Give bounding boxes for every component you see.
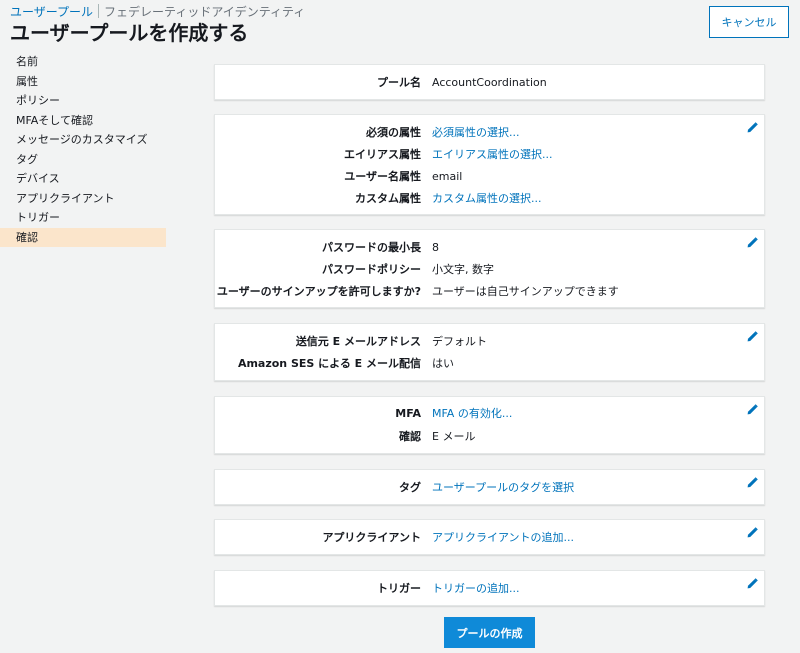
password-policy-row: パスワードポリシー 小文字, 数字 <box>215 260 764 280</box>
ses-delivery-value: はい <box>432 357 454 370</box>
policies-panel: パスワードの最小長 8 パスワードポリシー 小文字, 数字 ユーザーのサインアッ… <box>214 229 765 308</box>
triggers-label: トリガー <box>377 582 421 595</box>
required-attributes-link[interactable]: 必須属性の選択... <box>432 123 520 143</box>
password-minlength-row: パスワードの最小長 8 <box>215 238 764 258</box>
app-clients-panel: アプリクライアント アプリクライアントの追加... <box>214 519 765 555</box>
pool-name-panel: プール名 AccountCoordination <box>214 64 765 100</box>
app-clients-row: アプリクライアント アプリクライアントの追加... <box>215 528 764 548</box>
required-attributes-label: 必須の属性 <box>366 126 421 139</box>
pool-name-value: AccountCoordination <box>432 76 547 89</box>
alias-attributes-row: エイリアス属性 エイリアス属性の選択... <box>215 145 764 165</box>
username-attributes-label: ユーザー名属性 <box>344 170 421 183</box>
from-email-row: 送信元 E メールアドレス デフォルト <box>215 332 764 352</box>
mfa-panel: MFA MFA の有効化... 確認 E メール <box>214 396 765 454</box>
from-email-label: 送信元 E メールアドレス <box>295 335 421 348</box>
app-clients-add-link[interactable]: アプリクライアントの追加... <box>432 528 574 548</box>
sidebar-item-app-clients[interactable]: アプリクライアント <box>0 189 166 209</box>
password-policy-value: 小文字, 数字 <box>432 263 494 276</box>
required-attributes-row: 必須の属性 必須属性の選択... <box>215 123 764 143</box>
custom-attributes-row: カスタム属性 カスタム属性の選択... <box>215 189 764 209</box>
pool-name-row: プール名 AccountCoordination <box>215 73 764 93</box>
ses-delivery-label: Amazon SES による E メール配信 <box>237 357 421 370</box>
wizard-step-nav: 名前 属性 ポリシー MFAそして確認 メッセージのカスタマイズ タグ デバイス… <box>0 52 166 247</box>
sidebar-item-policies[interactable]: ポリシー <box>0 91 166 111</box>
mfa-enable-link[interactable]: MFA の有効化... <box>432 404 512 424</box>
alias-attributes-label: エイリアス属性 <box>344 148 421 161</box>
verification-label: 確認 <box>399 430 421 443</box>
triggers-add-link[interactable]: トリガーの追加... <box>432 579 520 599</box>
sidebar-item-triggers[interactable]: トリガー <box>0 208 166 228</box>
alias-attributes-link[interactable]: エイリアス属性の選択... <box>432 145 553 165</box>
page-title: ユーザープールを作成する <box>10 21 249 45</box>
tags-panel: タグ ユーザープールのタグを選択 <box>214 469 765 505</box>
sidebar-item-attributes[interactable]: 属性 <box>0 72 166 92</box>
allow-signup-row: ユーザーのサインアップを許可しますか? ユーザーは自己サインアップできます <box>215 282 764 302</box>
tags-row: タグ ユーザープールのタグを選択 <box>215 478 764 498</box>
triggers-row: トリガー トリガーの追加... <box>215 579 764 599</box>
username-attributes-value: email <box>432 170 463 183</box>
mfa-label: MFA <box>395 407 421 420</box>
allow-signup-label: ユーザーのサインアップを許可しますか? <box>216 285 421 298</box>
password-minlength-label: パスワードの最小長 <box>322 241 421 254</box>
from-email-value: デフォルト <box>432 335 487 348</box>
email-panel: 送信元 E メールアドレス デフォルト Amazon SES による E メール… <box>214 323 765 381</box>
pool-name-label: プール名 <box>377 76 421 89</box>
custom-attributes-label: カスタム属性 <box>355 192 421 205</box>
create-pool-button[interactable]: プールの作成 <box>444 617 535 648</box>
sidebar-item-mfa-verification[interactable]: MFAそして確認 <box>0 111 166 131</box>
app-clients-label: アプリクライアント <box>322 531 421 544</box>
sidebar-item-name[interactable]: 名前 <box>0 52 166 72</box>
tags-label: タグ <box>399 481 421 494</box>
allow-signup-value: ユーザーは自己サインアップできます <box>432 285 619 298</box>
cancel-button[interactable]: キャンセル <box>709 6 789 38</box>
password-policy-label: パスワードポリシー <box>322 263 421 276</box>
mfa-row: MFA MFA の有効化... <box>215 404 764 424</box>
verification-row: 確認 E メール <box>215 427 764 447</box>
tab-divider <box>98 4 100 18</box>
password-minlength-value: 8 <box>432 241 439 254</box>
attributes-panel: 必須の属性 必須属性の選択... エイリアス属性 エイリアス属性の選択... ユ… <box>214 114 765 215</box>
sidebar-item-tags[interactable]: タグ <box>0 150 166 170</box>
ses-delivery-row: Amazon SES による E メール配信 はい <box>215 354 764 374</box>
tags-select-link[interactable]: ユーザープールのタグを選択 <box>432 478 574 498</box>
page-header: ユーザープール フェデレーティッドアイデンティティ ユーザープールを作成する キャ… <box>0 0 800 48</box>
verification-value: E メール <box>432 430 476 443</box>
sidebar-item-devices[interactable]: デバイス <box>0 169 166 189</box>
sidebar-item-review[interactable]: 確認 <box>0 227 166 247</box>
sidebar-item-message-customization[interactable]: メッセージのカスタマイズ <box>0 130 166 150</box>
username-attributes-row: ユーザー名属性 email <box>215 167 764 187</box>
triggers-panel: トリガー トリガーの追加... <box>214 570 765 606</box>
custom-attributes-link[interactable]: カスタム属性の選択... <box>432 189 542 209</box>
